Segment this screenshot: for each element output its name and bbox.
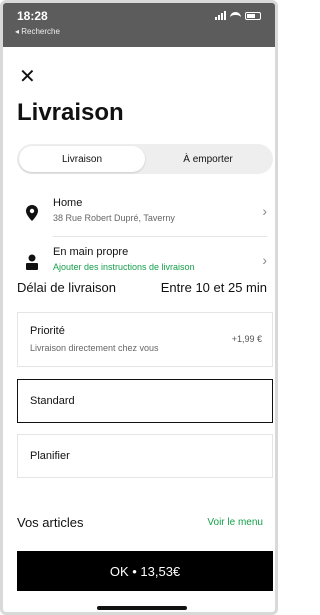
delivery-time-value: Entre 10 et 25 min [160, 280, 267, 295]
option-schedule[interactable]: Planifier [17, 434, 273, 478]
close-button[interactable]: ✕ [19, 67, 36, 87]
status-bar: 18:28 ◂ Recherche [3, 3, 275, 47]
tab-livraison[interactable]: Livraison [19, 146, 145, 172]
location-pin-icon [26, 205, 38, 221]
status-time: 18:28 [17, 9, 48, 23]
option-price: +1,99 € [231, 334, 262, 344]
option-standard[interactable]: Standard [17, 379, 273, 423]
handoff-label: En main propre [53, 246, 129, 258]
status-icons [215, 11, 261, 20]
divider [53, 236, 267, 237]
wifi-icon [230, 11, 241, 20]
delivery-time-label: Délai de livraison [17, 280, 116, 295]
person-icon [26, 254, 38, 270]
option-priority[interactable]: Priorité Livraison directement chez vous… [17, 312, 273, 367]
view-menu-link[interactable]: Voir le menu [207, 517, 263, 528]
page-title: Livraison [17, 99, 124, 126]
option-name: Planifier [30, 450, 70, 462]
articles-heading: Vos articles [17, 515, 84, 530]
app-frame: 18:28 ◂ Recherche ✕ Livraison Livraison … [0, 0, 278, 615]
address-label: Home [53, 197, 83, 209]
address-row[interactable]: Home 38 Rue Robert Dupré, Taverny › [17, 193, 273, 239]
tab-a-emporter[interactable]: À emporter [145, 146, 271, 172]
battery-icon [245, 11, 261, 20]
ok-button[interactable]: OK • 13,53€ [17, 551, 273, 591]
chevron-right-icon: › [262, 252, 267, 268]
back-to-search-link[interactable]: ◂ Recherche [15, 27, 60, 36]
add-instructions-link[interactable]: Ajouter des instructions de livraison [53, 262, 195, 272]
option-name: Priorité [30, 325, 65, 337]
option-desc: Livraison directement chez vous [30, 343, 159, 353]
delivery-mode-toggle: Livraison À emporter [17, 144, 273, 174]
home-indicator [97, 606, 187, 610]
signal-icon [215, 11, 226, 20]
option-name: Standard [30, 395, 75, 407]
address-line: 38 Rue Robert Dupré, Taverny [53, 213, 175, 223]
chevron-right-icon: › [262, 203, 267, 219]
